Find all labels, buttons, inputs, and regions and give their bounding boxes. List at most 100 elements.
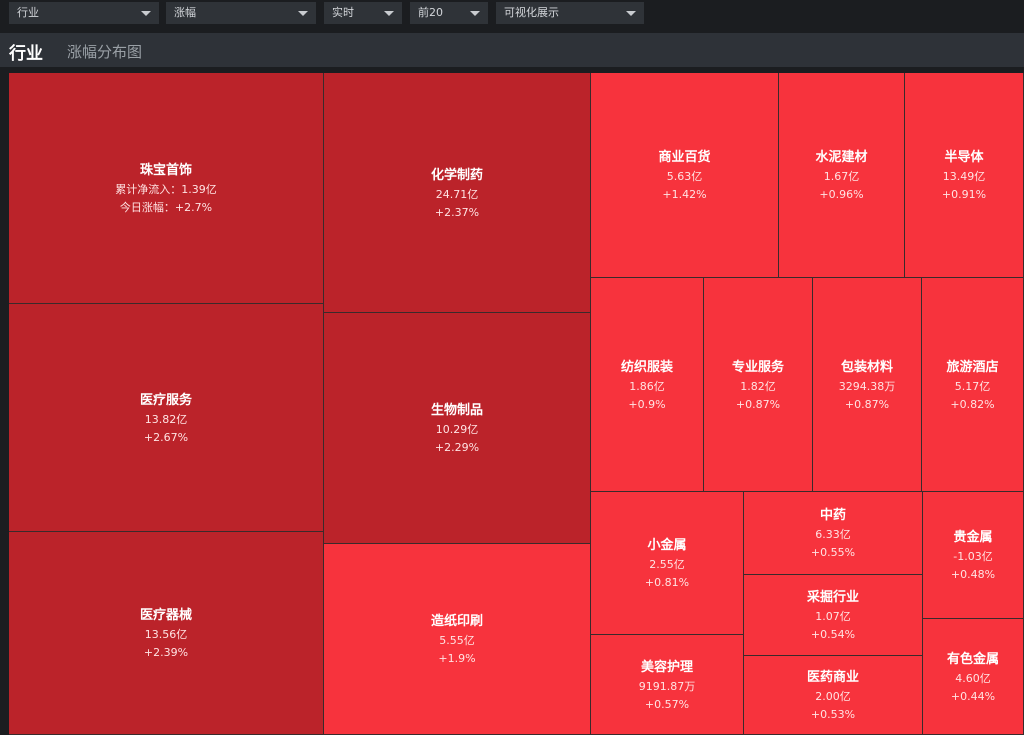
tile-industry-name: 医疗服务 [139,392,192,408]
tile-change-percent: 今日涨幅：+2.7% [119,201,213,214]
chevron-down-icon [141,11,151,16]
tile-change-percent: +0.87% [735,397,781,411]
tile-net-flow: 5.55亿 [439,634,475,647]
tile-industry-name: 水泥建材 [815,150,868,165]
tile-net-flow: 5.17亿 [954,379,991,393]
treemap-tile[interactable]: 美容护理 9191.87万 +0.57% [591,635,744,735]
treemap-tile[interactable]: 贵金属 -1.03亿 +0.48% [923,492,1024,619]
tile-industry-name: 中药 [819,508,846,523]
filter-toolbar: 行业 涨幅 实时 前20 可视化展示 [0,0,1024,30]
tile-change-percent: +1.42% [662,188,707,201]
treemap-tile[interactable]: 中药 6.33亿 +0.55% [744,492,923,575]
tile-change-percent: +2.39% [143,646,189,659]
treemap-tile[interactable]: 商业百货 5.63亿 +1.42% [591,73,779,278]
chevron-down-icon [626,11,636,16]
treemap-tile[interactable]: 医疗器械 13.56亿 +2.39% [9,532,324,735]
tile-change-percent: +0.54% [810,628,856,641]
tile-net-flow: 10.29亿 [435,423,479,436]
tile-change-percent: +1.9% [438,652,476,665]
tile-net-flow: -1.03亿 [953,550,993,563]
period-select-value: 实时 [332,6,354,19]
tile-industry-name: 纺织服装 [620,359,673,375]
tile-net-flow: 5.63亿 [666,170,703,183]
tile-industry-name: 生物制品 [430,403,483,418]
tile-industry-name: 贵金属 [953,530,993,545]
treemap-tile[interactable]: 纺织服装 1.86亿 +0.9% [591,278,704,492]
treemap-tile[interactable]: 造纸印刷 5.55亿 +1.9% [324,544,591,735]
category-select[interactable]: 行业 [9,2,159,24]
chevron-down-icon [298,11,308,16]
tile-industry-name: 半导体 [944,150,984,165]
tile-industry-name: 包装材料 [840,359,893,375]
tile-net-flow: 4.60亿 [955,671,991,685]
treemap-tile[interactable]: 生物制品 10.29亿 +2.29% [324,313,591,544]
treemap-tile[interactable]: 包装材料 3294.38万 +0.87% [813,278,922,492]
tile-change-percent: +0.96% [819,188,864,201]
treemap: 珠宝首饰累计净流入：1.39亿 今日涨幅：+2.7% 化学制药 24.71亿 +2.37… [9,73,1024,735]
tile-industry-name: 专业服务 [731,359,784,375]
tile-change-percent: +2.29% [434,441,480,454]
tile-change-percent: +0.48% [950,568,996,581]
tile-industry-name: 造纸印刷 [430,614,483,629]
tile-net-flow: 13.56亿 [144,628,188,641]
treemap-tile[interactable]: 水泥建材 1.67亿 +0.96% [779,73,905,278]
topn-select[interactable]: 前20 [410,2,488,24]
page-title: 行业 [9,44,43,64]
tile-industry-name: 采掘行业 [806,590,859,605]
tile-net-flow: 13.82亿 [144,412,188,426]
tile-net-flow: 1.86亿 [629,379,665,393]
tile-change-percent: +0.55% [810,546,856,559]
tile-net-flow: 2.55亿 [649,558,685,571]
tile-change-percent: +0.82% [950,397,995,411]
period-select[interactable]: 实时 [324,2,402,24]
treemap-tile[interactable]: 半导体 13.49亿 +0.91% [905,73,1024,278]
treemap-tile[interactable]: 医疗服务 13.82亿 +2.67% [9,304,324,532]
tile-industry-name: 商业百货 [658,150,711,165]
tile-net-flow: 1.07亿 [815,610,851,623]
tile-change-percent: +0.44% [950,689,996,703]
tile-net-flow: 1.82亿 [740,379,776,393]
view-mode-select[interactable]: 可视化展示 [496,2,644,24]
page-subtitle: 涨幅分布图 [67,43,143,61]
tile-change-percent: +0.9% [628,397,666,411]
treemap-tile[interactable]: 珠宝首饰累计净流入：1.39亿 今日涨幅：+2.7% [9,73,324,304]
tile-industry-name: 小金属 [647,538,687,553]
tile-change-percent: +0.87% [844,397,890,411]
treemap-tile[interactable]: 小金属 2.55亿 +0.81% [591,492,744,635]
view-mode-select-value: 可视化展示 [504,6,559,19]
tile-industry-name: 美容护理 [640,659,693,675]
tile-net-flow: 13.49亿 [942,170,986,183]
chevron-down-icon [384,11,394,16]
tile-change-percent: +0.81% [644,576,690,589]
tile-change-percent: +0.57% [644,697,690,711]
tile-net-flow: 3294.38万 [838,379,896,393]
tile-change-percent: +0.53% [810,708,856,721]
treemap-tile[interactable]: 有色金属 4.60亿 +0.44% [923,619,1024,735]
tile-industry-name: 有色金属 [946,651,999,667]
tile-industry-name: 医疗器械 [139,608,192,623]
tile-net-flow: 24.71亿 [435,187,479,201]
tile-net-flow: 累计净流入：1.39亿 [115,183,217,196]
tile-industry-name: 医药商业 [806,670,859,685]
treemap-tile[interactable]: 专业服务 1.82亿 +0.87% [704,278,813,492]
category-select-value: 行业 [17,6,39,19]
tile-net-flow: 1.67亿 [823,170,860,183]
chevron-down-icon [470,11,480,16]
tile-net-flow: 2.00亿 [815,690,851,703]
tile-industry-name: 化学制药 [430,167,483,183]
panel-header: 行业 涨幅分布图 [0,33,1024,67]
treemap-tile[interactable]: 化学制药 24.71亿 +2.37% [324,73,591,313]
tile-change-percent: +2.37% [434,205,480,219]
metric-select[interactable]: 涨幅 [166,2,316,24]
topn-select-value: 前20 [418,6,443,19]
tile-industry-name: 旅游酒店 [946,359,999,375]
tile-net-flow: 9191.87万 [638,679,696,693]
tile-change-percent: +2.67% [143,430,189,444]
treemap-tile[interactable]: 采掘行业 1.07亿 +0.54% [744,575,923,656]
treemap-tile[interactable]: 医药商业 2.00亿 +0.53% [744,656,923,735]
tile-change-percent: +0.91% [941,188,987,201]
metric-select-value: 涨幅 [174,6,196,19]
tile-industry-name: 珠宝首饰 [139,163,192,178]
tile-net-flow: 6.33亿 [815,528,851,541]
treemap-tile[interactable]: 旅游酒店 5.17亿 +0.82% [922,278,1024,492]
